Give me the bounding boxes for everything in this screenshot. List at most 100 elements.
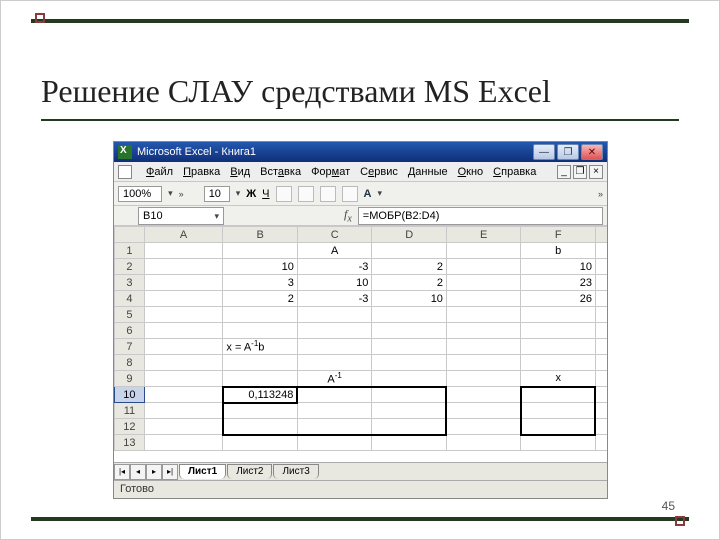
row-header[interactable]: 13: [115, 435, 145, 451]
row-header[interactable]: 2: [115, 259, 145, 275]
col-header[interactable]: F: [521, 227, 596, 243]
row-header[interactable]: 12: [115, 419, 145, 435]
row-header[interactable]: 6: [115, 323, 145, 339]
formula-bar[interactable]: =МОБР(B2:D4): [358, 207, 603, 225]
toolbar-overflow-icon[interactable]: »: [179, 189, 184, 199]
col-header[interactable]: D: [372, 227, 447, 243]
tab-next-icon[interactable]: ▸: [146, 464, 162, 480]
underline-button[interactable]: Ч: [262, 188, 269, 200]
document-icon: [118, 165, 132, 179]
menu-edit[interactable]: Правка: [183, 166, 220, 178]
toolbar: 100% ▾ » 10 ▾ Ж Ч A ▾ »: [114, 182, 607, 206]
tab-first-icon[interactable]: |◂: [114, 464, 130, 480]
cell[interactable]: b: [521, 243, 596, 259]
row-header[interactable]: 4: [115, 291, 145, 307]
cell[interactable]: 10: [521, 259, 596, 275]
active-cell[interactable]: 0,113248: [223, 387, 298, 403]
row-header[interactable]: 11: [115, 403, 145, 419]
menu-window[interactable]: Окно: [458, 166, 484, 178]
row-header[interactable]: 9: [115, 371, 145, 387]
row-header[interactable]: 7: [115, 339, 145, 355]
tab-last-icon[interactable]: ▸|: [162, 464, 178, 480]
menu-help[interactable]: Справка: [493, 166, 536, 178]
doc-minimize[interactable]: _: [557, 165, 571, 179]
chevron-down-icon[interactable]: ▾: [168, 188, 173, 199]
cell[interactable]: 2: [223, 291, 298, 307]
row-header[interactable]: 3: [115, 275, 145, 291]
slide-title: Решение СЛАУ средствами MS Excel: [41, 73, 551, 110]
cell[interactable]: A-1: [297, 371, 372, 387]
cell[interactable]: [297, 419, 372, 435]
col-header[interactable]: A: [144, 227, 223, 243]
cell[interactable]: 23: [521, 275, 596, 291]
tab-prev-icon[interactable]: ◂: [130, 464, 146, 480]
cell[interactable]: [297, 403, 372, 419]
cell-formula-text[interactable]: x = A-1b: [223, 339, 298, 355]
cell[interactable]: [521, 387, 596, 403]
cell[interactable]: 26: [521, 291, 596, 307]
menu-view[interactable]: Вид: [230, 166, 250, 178]
sheet-tab-3[interactable]: Лист3: [273, 464, 318, 479]
cell[interactable]: 10: [297, 275, 372, 291]
toolbar-overflow-icon[interactable]: »: [598, 189, 603, 199]
menu-format[interactable]: Формат: [311, 166, 350, 178]
selectall-corner[interactable]: [115, 227, 145, 243]
doc-close[interactable]: ×: [589, 165, 603, 179]
cell[interactable]: A: [297, 243, 372, 259]
align-button[interactable]: [276, 186, 292, 202]
cell[interactable]: [521, 403, 596, 419]
slide-frame-top: [31, 19, 689, 23]
menu-tools[interactable]: Сервис: [360, 166, 398, 178]
cell[interactable]: [521, 419, 596, 435]
zoom-combo[interactable]: 100%: [118, 186, 162, 202]
sheet-tab-1[interactable]: Лист1: [179, 464, 226, 479]
sheet-tabs: |◂ ◂ ▸ ▸| Лист1 Лист2 Лист3: [114, 462, 607, 480]
close-button[interactable]: ✕: [581, 144, 603, 160]
chevron-down-icon[interactable]: ▾: [377, 188, 382, 199]
fontsize-combo[interactable]: 10: [204, 186, 230, 202]
doc-restore[interactable]: ❐: [573, 165, 587, 179]
cell[interactable]: -3: [297, 259, 372, 275]
menu-file[interactable]: Файл: [146, 166, 173, 178]
row-header[interactable]: 5: [115, 307, 145, 323]
cell[interactable]: [372, 387, 447, 403]
excel-icon: [118, 145, 132, 159]
formula-row: B10▾ fx =МОБР(B2:D4): [114, 206, 607, 226]
menu-insert[interactable]: Вставка: [260, 166, 301, 178]
maximize-button[interactable]: ❐: [557, 144, 579, 160]
cell[interactable]: [297, 387, 372, 403]
cell[interactable]: 3: [223, 275, 298, 291]
row-header[interactable]: 1: [115, 243, 145, 259]
cell[interactable]: 10: [223, 259, 298, 275]
fillcolor-button[interactable]: [342, 186, 358, 202]
cell[interactable]: 2: [372, 259, 447, 275]
cell[interactable]: 2: [372, 275, 447, 291]
slide-frame-bottom: [31, 517, 689, 521]
cell[interactable]: [223, 403, 298, 419]
col-header[interactable]: B: [223, 227, 298, 243]
borders-button[interactable]: [320, 186, 336, 202]
cell[interactable]: [223, 419, 298, 435]
bold-button[interactable]: Ж: [246, 188, 256, 200]
cell[interactable]: -3: [297, 291, 372, 307]
name-box[interactable]: B10▾: [138, 207, 224, 225]
worksheet-grid[interactable]: A B C D E F G 1 Ab 2 10-3210 3 310223 4 …: [114, 226, 607, 462]
fontcolor-button[interactable]: A: [364, 188, 372, 200]
col-header[interactable]: E: [446, 227, 521, 243]
col-header[interactable]: G: [595, 227, 607, 243]
fx-icon[interactable]: fx: [344, 207, 352, 224]
merge-button[interactable]: [298, 186, 314, 202]
menu-data[interactable]: Данные: [408, 166, 448, 178]
cell[interactable]: 10: [372, 291, 447, 307]
sheet-tab-2[interactable]: Лист2: [227, 464, 272, 479]
minimize-button[interactable]: —: [533, 144, 555, 160]
row-header[interactable]: 8: [115, 355, 145, 371]
chevron-down-icon[interactable]: ▾: [236, 188, 241, 199]
slide-corner-bullet: [675, 516, 685, 526]
cell[interactable]: x: [521, 371, 596, 387]
cell[interactable]: [372, 419, 447, 435]
page-number: 45: [662, 499, 675, 513]
col-header[interactable]: C: [297, 227, 372, 243]
cell[interactable]: [372, 403, 447, 419]
row-header[interactable]: 10: [115, 387, 145, 403]
